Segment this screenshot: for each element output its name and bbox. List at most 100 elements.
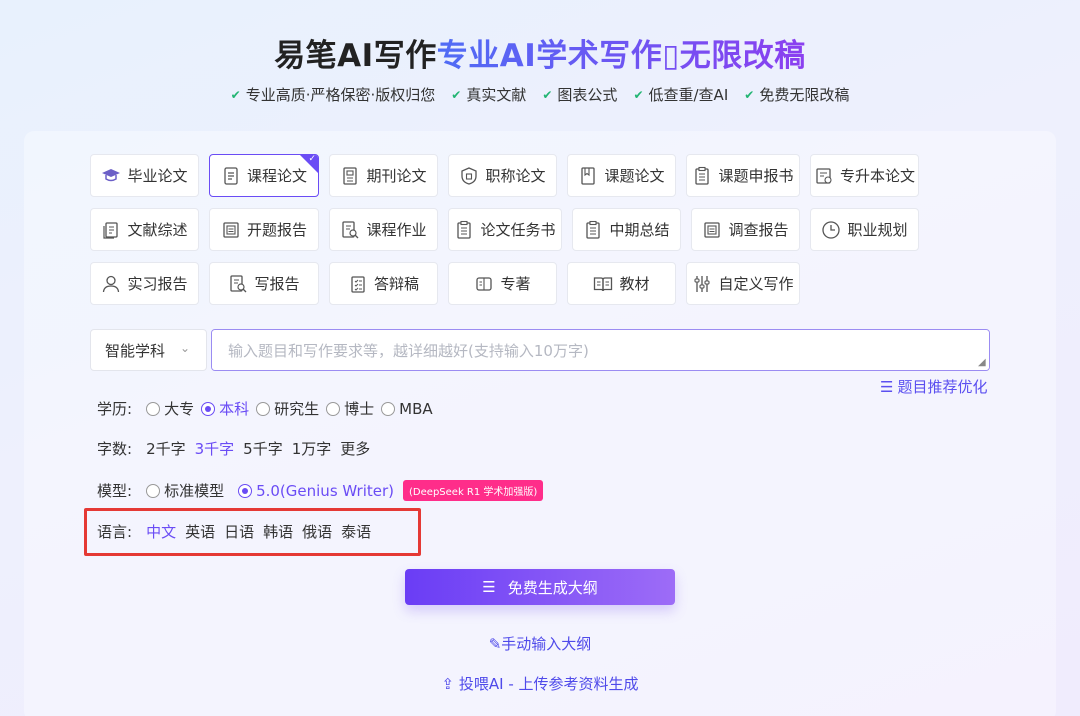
list-icon: ☰ xyxy=(482,578,496,596)
clock-icon xyxy=(822,220,841,239)
type-graduation-thesis[interactable]: 毕业论文 xyxy=(90,154,199,197)
sliders-icon xyxy=(694,275,711,292)
brand-title: 易笔AI写作 xyxy=(274,38,437,74)
type-task-book[interactable]: 论文任务书 xyxy=(448,208,562,251)
word-count-option[interactable]: 5千字 xyxy=(243,438,283,459)
copy-icon xyxy=(103,221,119,239)
type-upgrade-paper[interactable]: 专升本论文 xyxy=(810,154,919,197)
type-course-assignment[interactable]: 课程作业 xyxy=(329,208,438,251)
type-title-paper[interactable]: 职称论文 xyxy=(448,154,557,197)
check-icon: ✔ xyxy=(633,87,644,102)
tagline-title: 专业AI学术写作▯无限改稿 xyxy=(436,38,806,74)
feature-list: ✔ 专业高质·严格保密·版权归您 ✔ 真实文献 ✔ 图表公式 ✔ 低查重/查AI ✔ 免费… xyxy=(0,84,1080,105)
radio-icon xyxy=(381,401,396,416)
feature-item: ✔ 低查重/查AI xyxy=(633,86,729,104)
model-row: 模型: 标准模型 5.0(Genius Writer) (DeepSeek R1… xyxy=(97,480,544,501)
type-monograph[interactable]: 专著 xyxy=(448,262,557,305)
education-option[interactable]: 本科 xyxy=(201,398,249,419)
feature-item: ✔ 图表公式 xyxy=(542,86,618,104)
open-book-icon xyxy=(594,276,613,291)
type-write-report[interactable]: 写报告 xyxy=(209,262,319,305)
write-report-icon xyxy=(230,274,247,292)
edit-icon: ✎ xyxy=(488,635,502,653)
feature-item: ✔ 免费无限改稿 xyxy=(744,86,850,104)
model-option[interactable]: 标准模型 xyxy=(146,480,224,501)
type-custom-writing[interactable]: 自定义写作 xyxy=(686,262,800,305)
radio-icon xyxy=(238,483,253,498)
generate-outline-button[interactable]: ☰ 免费生成大纲 xyxy=(405,569,675,605)
type-course-paper[interactable]: 课程论文 ✓ xyxy=(209,154,319,197)
type-opening-report[interactable]: 开题报告 xyxy=(209,208,319,251)
checklist-icon xyxy=(457,220,472,239)
word-count-option[interactable]: 3千字 xyxy=(195,438,235,459)
topic-input[interactable] xyxy=(211,329,990,371)
feature-item: ✔ 真实文献 xyxy=(451,86,527,104)
education-label: 学历: xyxy=(97,400,133,418)
language-label: 语言: xyxy=(97,523,133,541)
language-option[interactable]: 韩语 xyxy=(263,521,293,542)
defense-icon xyxy=(351,275,365,293)
education-option[interactable]: 博士 xyxy=(326,398,374,419)
model-label: 模型: xyxy=(97,482,133,500)
book-icon xyxy=(581,166,596,185)
language-row: 语言: 中文 英语 日语 韩语 俄语 泰语 xyxy=(97,521,380,542)
manual-outline-link[interactable]: ✎手动输入大纲 xyxy=(0,633,1080,654)
search-document-icon xyxy=(342,220,359,238)
check-icon: ✔ xyxy=(542,87,553,102)
user-icon xyxy=(103,275,120,292)
monograph-icon xyxy=(476,276,493,291)
clipboard-icon xyxy=(695,166,710,185)
list-icon: ☰ xyxy=(880,377,894,396)
education-row: 学历: 大专 本科 研究生 博士 MBA xyxy=(97,398,440,419)
radio-icon xyxy=(326,401,341,416)
summary-icon xyxy=(586,220,601,239)
check-icon: ✔ xyxy=(230,87,241,102)
type-literature-review[interactable]: 文献综述 xyxy=(90,208,199,251)
subject-select[interactable]: 智能学科 ⌄ xyxy=(90,329,207,371)
check-icon: ✔ xyxy=(451,87,462,102)
graduation-cap-icon xyxy=(102,168,121,181)
upload-reference-link[interactable]: ⇪ 投喂AI - 上传参考资料生成 xyxy=(0,673,1080,694)
check-icon: ✓ xyxy=(308,154,316,164)
report-icon xyxy=(223,221,239,238)
feature-item: ✔ 专业高质·严格保密·版权归您 xyxy=(230,86,436,104)
chevron-down-icon: ⌄ xyxy=(179,341,190,355)
type-topic-paper[interactable]: 课题论文 xyxy=(567,154,676,197)
radio-icon xyxy=(146,401,161,416)
model-badge: (DeepSeek R1 学术加强版) xyxy=(403,480,544,501)
education-option[interactable]: 研究生 xyxy=(256,398,319,419)
certificate-icon xyxy=(816,167,832,184)
language-option[interactable]: 日语 xyxy=(224,521,254,542)
type-career-plan[interactable]: 职业规划 xyxy=(810,208,919,251)
word-count-option[interactable]: 1万字 xyxy=(292,438,332,459)
radio-icon xyxy=(256,401,271,416)
model-option[interactable]: 5.0(Genius Writer) xyxy=(238,482,394,500)
education-option[interactable]: 大专 xyxy=(146,398,194,419)
radio-icon xyxy=(201,401,216,416)
recommend-link[interactable]: ☰ 题目推荐优化 xyxy=(880,376,987,397)
language-option[interactable]: 俄语 xyxy=(302,521,332,542)
type-journal-paper[interactable]: 期刊论文 xyxy=(329,154,438,197)
page-title: 易笔AI写作专业AI学术写作▯无限改稿 xyxy=(0,30,1080,75)
word-count-option[interactable]: 更多 xyxy=(340,438,370,459)
type-defense-speech[interactable]: 答辩稿 xyxy=(329,262,438,305)
language-option[interactable]: 泰语 xyxy=(341,521,371,542)
type-project-proposal[interactable]: 课题申报书 xyxy=(686,154,800,197)
language-option[interactable]: 中文 xyxy=(146,521,176,542)
resize-handle[interactable]: ◢ xyxy=(978,357,986,368)
type-textbook[interactable]: 教材 xyxy=(567,262,676,305)
type-internship-report[interactable]: 实习报告 xyxy=(90,262,199,305)
word-count-row: 字数: 2千字 3千字 5千字 1万字 更多 xyxy=(97,438,379,459)
radio-icon xyxy=(146,483,161,498)
word-count-label: 字数: xyxy=(97,440,133,458)
language-option[interactable]: 英语 xyxy=(185,521,215,542)
badge-icon xyxy=(461,166,478,185)
document-icon xyxy=(224,166,238,185)
type-survey-report[interactable]: 调查报告 xyxy=(691,208,800,251)
word-count-option[interactable]: 2千字 xyxy=(146,438,186,459)
education-option[interactable]: MBA xyxy=(381,400,433,418)
type-midterm-summary[interactable]: 中期总结 xyxy=(572,208,681,251)
upload-icon: ⇪ xyxy=(441,675,455,693)
check-icon: ✔ xyxy=(744,87,755,102)
journal-icon xyxy=(343,166,358,185)
